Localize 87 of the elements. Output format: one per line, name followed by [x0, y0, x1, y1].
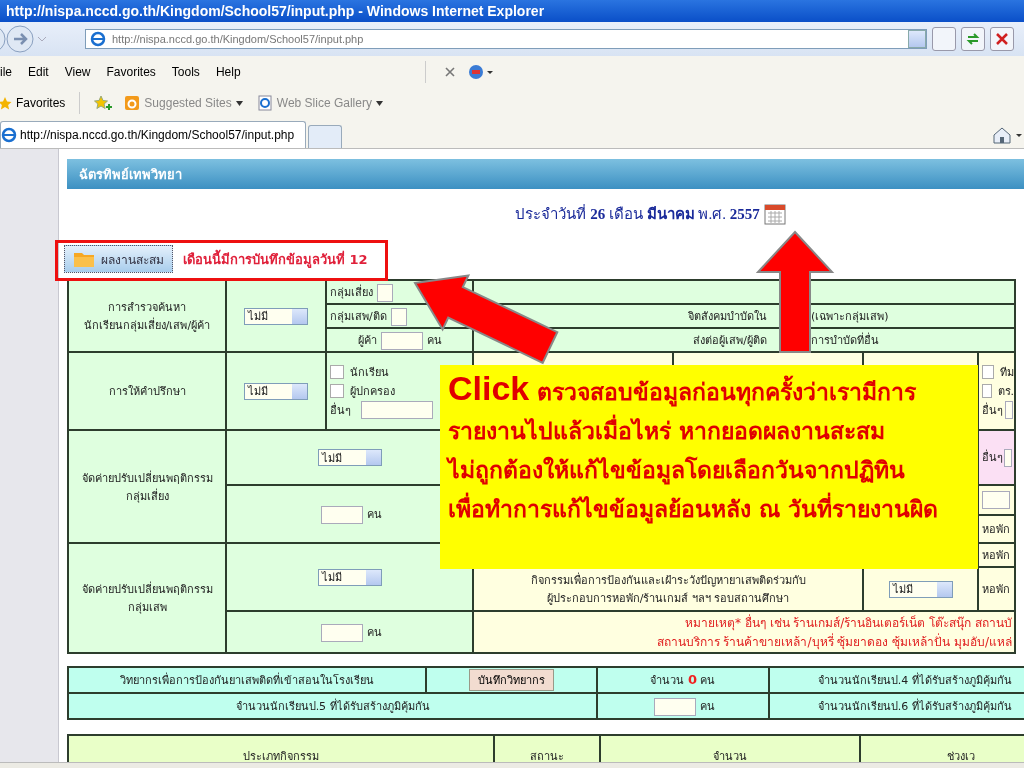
table-cell: การให้คำปรึกษา [68, 352, 226, 430]
home-icon[interactable] [992, 126, 1024, 144]
menu-item[interactable]: ile [0, 63, 14, 81]
select-field[interactable]: ไม่มี [888, 580, 953, 598]
new-tab-button[interactable] [308, 125, 342, 148]
close-icon[interactable] [990, 27, 1014, 51]
add-favorite-icon[interactable] [92, 95, 113, 111]
table-cell: กิจกรรมเพื่อการป้องกันและเฝ้าระวังปัญหายาเสพติดร่วมกับ ผู้ประกอบการหอพัก/ร้านเกมส์ ฯลฯ รอบสถานศึกษา [473, 567, 863, 611]
input-field[interactable] [1005, 401, 1013, 419]
refresh-icon[interactable] [961, 27, 985, 51]
field-label: อื่นๆ [982, 451, 1003, 464]
row-label: (เฉพาะกลุ่มเสพ) [811, 309, 889, 325]
checkbox[interactable] [982, 384, 992, 398]
unit-label: คน [426, 333, 442, 347]
input-field[interactable] [654, 697, 697, 716]
select-field[interactable]: ไม่มี [244, 307, 308, 325]
row-label: หอพัก [982, 523, 1010, 536]
unit-label: คน [367, 507, 382, 521]
row-label: การบำบัดที่อื่น [811, 331, 879, 349]
site-icon [124, 95, 141, 111]
caret-icon [235, 100, 243, 106]
input-field[interactable] [377, 283, 393, 302]
unit-label: คน [700, 674, 716, 687]
save-speaker-button[interactable]: บันทึกวิทยากร [469, 669, 555, 691]
table-cell: การสำรวจค้นหา นักเรียนกลุ่มเสี่ยง/เสพ/ผู้ค้า [68, 280, 226, 352]
checkbox-label: ตร. [997, 384, 1013, 400]
input-field[interactable] [390, 307, 407, 326]
globe-icon[interactable] [467, 64, 494, 80]
select-field[interactable]: ไม่มี [244, 382, 308, 400]
table-cell: วิทยากรเพื่อการป้องกันยาเสพติดที่เข้าสอนในโรงเรียน [68, 667, 426, 693]
dropdown-button[interactable] [908, 30, 926, 48]
menu-item[interactable]: Favorites [104, 63, 158, 81]
table-cell: จำนวนนักเรียนป.4 ที่ได้รับสร้างภูมิคุ้มกัน [768, 667, 1024, 693]
window-title: http://nispa.nccd.go.th/Kingdom/School57/input.php - Windows Internet Explorer [6, 3, 545, 19]
page-icon [256, 95, 273, 111]
menu-item[interactable]: Edit [26, 63, 51, 81]
date-text: ประจำวันที่ 26 เดือน มีนาคม พ.ศ. 2557 [515, 203, 760, 224]
checkbox[interactable] [330, 384, 344, 398]
input-field[interactable] [321, 623, 363, 642]
table-cell: จัดค่ายปรับเปลี่ยนพฤติกรรม กลุ่มเสพ [68, 543, 226, 653]
checkbox[interactable] [330, 365, 344, 379]
row-label: หอพัก [982, 549, 1010, 562]
row-label: จิตสังคมบำบัดใน [687, 309, 767, 325]
callout-text: Click ตรวจสอบข้อมูลก่อนทุกครั้งว่าเรามีการ รายงานไปแล้วเมื่อไหร่ หากยอดผลงานสะสม ไม่ถูกต้องให้แก้ไขข้อมูลโดยเลือกวันจากปฏิทิน เพื่อทำการแก้ไขข้อมูลย้อนหลัง ณ วันที่รายงานผิด [448, 369, 939, 526]
count-value: 0 [687, 672, 697, 687]
field-label: อื่นๆ [330, 401, 351, 419]
folder-icon [73, 250, 95, 268]
close-icon[interactable] [443, 66, 456, 78]
page-icon [1, 127, 17, 143]
browser-tab[interactable]: http://nispa.nccd.go.th/Kingdom/School57/input.php [0, 121, 306, 148]
checkbox[interactable] [982, 365, 994, 379]
table-cell: จำนวนนักเรียนป.5 ที่ได้รับสร้างภูมิคุ้มกัน [68, 693, 598, 719]
record-note: เดือนนี้มีการบันทึกข้อมูลวันที่ 12 [183, 248, 368, 270]
page-icon [90, 31, 106, 47]
field-label: กลุ่มเสี่ยง [330, 285, 373, 299]
menu-item[interactable]: View [62, 63, 93, 81]
table-cell: หอพัก [978, 567, 1015, 611]
menu-item[interactable]: Tools [169, 63, 202, 81]
summary-button[interactable]: ผลงานสะสม [64, 245, 173, 273]
field-label: อื่นๆ [982, 401, 1003, 419]
unit-label: คน [700, 699, 716, 713]
school-name: ฉัตรทิพย์เทพวิทยา [79, 165, 182, 184]
unit-label: คน [367, 625, 382, 639]
address-field[interactable]: http://nispa.nccd.go.th/Kingdom/School57/input.php [85, 29, 927, 49]
table-cell: จัดค่ายปรับเปลี่ยนพฤติกรรม กลุ่มเสี่ยง [68, 430, 226, 543]
caret-icon [375, 100, 383, 106]
input-field[interactable] [321, 505, 363, 524]
input-field[interactable] [1004, 449, 1012, 467]
input-field[interactable] [361, 401, 433, 419]
checkbox-label: นักเรียน [350, 365, 389, 381]
calendar-icon[interactable] [763, 203, 786, 225]
url-text: http://nispa.nccd.go.th/Kingdom/School57/input.php [112, 33, 365, 45]
input-field[interactable] [982, 491, 1010, 509]
select-field[interactable]: ไม่มี [317, 449, 382, 466]
menu-item[interactable]: Help [213, 63, 243, 81]
count-label: จำนวน [650, 674, 685, 687]
table-cell: จำนวนนักเรียนป.6 ที่ได้รับสร้างภูมิคุ้มกัน [768, 693, 1024, 719]
checkbox-label: ผู้ปกครอง [350, 384, 395, 400]
field-label: ผู้ค้า [357, 333, 377, 347]
select-field[interactable]: ไม่มี [317, 568, 382, 586]
row-label: ส่งต่อผู้เสพ/ผู้ติด [692, 333, 767, 349]
field-label: กลุ่มเสพ/ติด [330, 309, 387, 323]
note-text: หมายเหตุ* อื่นๆ เช่น ร้านเกมส์/ร้านอินเตอร์เน็ต โต๊ะสนุ๊ก สถานบั สถานบริการ ร้านค้าขายเหล้า/บุหรี่ ซุ้มยาดอง ซุ้มเหล้าปั่น มุมอับ/แหล่ [656, 613, 1012, 651]
input-field[interactable] [380, 331, 423, 350]
favorites-button[interactable]: Favorites [0, 94, 68, 112]
checkbox-label: ทีม [1000, 365, 1013, 381]
star-icon [0, 96, 12, 110]
